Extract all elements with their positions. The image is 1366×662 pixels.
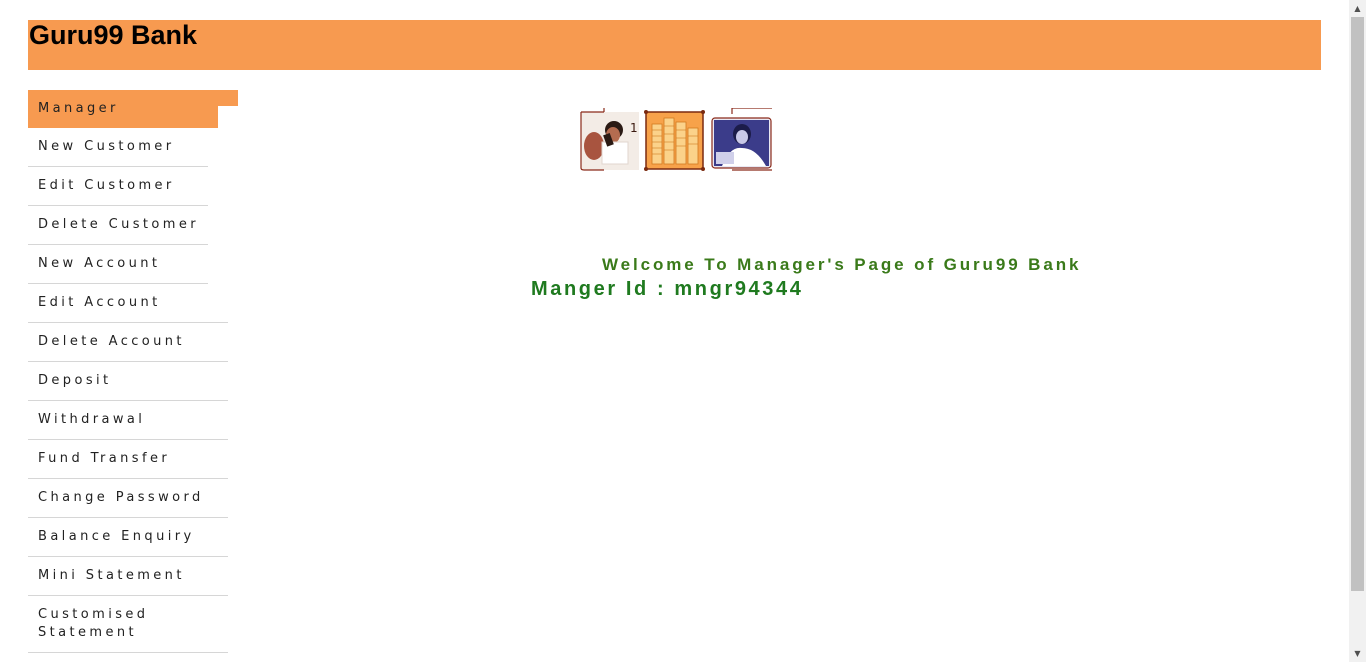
vertical-scrollbar[interactable]: ▲ ▼: [1349, 0, 1366, 662]
brand-title: Guru99 Bank: [29, 20, 198, 50]
welcome-message: Welcome To Manager's Page of Guru99 Bank: [602, 255, 1082, 274]
scroll-up-arrow-icon[interactable]: ▲: [1349, 0, 1366, 17]
scroll-thumb[interactable]: [1351, 17, 1364, 591]
sidebar-menu: Manager New Customer Edit Customer Delet…: [28, 90, 238, 653]
manager-id: Manger Id : mngr94344: [531, 278, 804, 300]
banner-image: 1: [580, 108, 772, 171]
banner-photo-phone-man: 1: [580, 108, 639, 171]
page: Guru99 Bank Manager New Customer Edit Cu…: [0, 0, 1366, 662]
menu-item-deposit[interactable]: Deposit: [28, 362, 228, 401]
svg-text:1: 1: [630, 121, 638, 135]
menu-item-delete-account[interactable]: Delete Account: [28, 323, 228, 362]
banner-photo-woman: [711, 108, 772, 171]
menu-item-delete-customer[interactable]: Delete Customer: [28, 206, 208, 245]
menu-item-new-account[interactable]: New Account: [28, 245, 208, 284]
scroll-down-arrow-icon[interactable]: ▼: [1349, 645, 1366, 662]
menu-item-withdrawal[interactable]: Withdrawal: [28, 401, 228, 440]
banner-photo-coins: [644, 110, 705, 171]
menu-item-edit-account[interactable]: Edit Account: [28, 284, 228, 323]
menu-item-change-password[interactable]: Change Password: [28, 479, 228, 518]
site-header: Guru99 Bank: [28, 20, 1321, 70]
menu-item-new-customer[interactable]: New Customer: [28, 128, 208, 167]
menu-item-balance-enquiry[interactable]: Balance Enquiry: [28, 518, 228, 557]
menu-item-edit-customer[interactable]: Edit Customer: [28, 167, 208, 206]
menu-item-fund-transfer[interactable]: Fund Transfer: [28, 440, 228, 479]
menu-item-mini-statement[interactable]: Mini Statement: [28, 557, 228, 596]
menu-item-manager[interactable]: Manager: [28, 90, 238, 128]
menu-item-customised-statement[interactable]: Customised Statement: [28, 596, 228, 653]
